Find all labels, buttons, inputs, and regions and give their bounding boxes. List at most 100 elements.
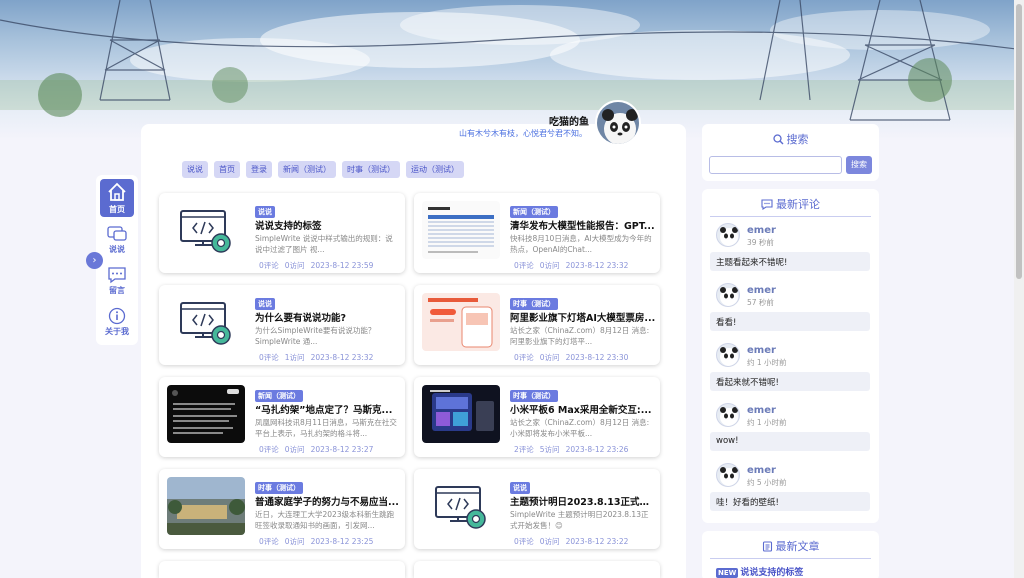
post-excerpt: SimpleWrite 主题预计明日2023.8.13正式开始发售！😊: [510, 510, 649, 530]
post-thumbnail: [167, 293, 245, 351]
recent-article-title[interactable]: 说说支持的标签: [740, 568, 803, 578]
comment-time: 约 5 小时前: [747, 478, 787, 487]
post-title[interactable]: 说说支持的标签: [255, 218, 401, 232]
post-title[interactable]: 清华发布大模型性能报告：GPT...: [510, 218, 656, 232]
code-icon: [167, 293, 245, 351]
post-card[interactable]: 新闻（测试） “马扎约架”地点定了？马斯克... 凤凰网科技讯8月11日消息，马…: [159, 377, 405, 457]
tab-shuoshuo[interactable]: 说说: [182, 161, 208, 178]
post-card[interactable]: 新闻（测试） 清华发布大模型性能报告：GPT... 快科技8月10日消息，AI大…: [414, 193, 660, 273]
table-report-image: [422, 201, 500, 259]
post-title[interactable]: 普通家庭学子的努力与不易应当...: [255, 494, 401, 508]
post-view-count: 0访问: [284, 261, 305, 270]
divider: [710, 558, 871, 559]
phone-promo-image: [422, 293, 500, 351]
commenter-avatar[interactable]: [716, 223, 740, 247]
comment-body: 看起来就不错呢!: [710, 372, 870, 391]
post-card[interactable]: 说说 说说支持的标签 SimpleWrite 说说中样式输出的规则：说说中过滤了…: [159, 193, 405, 273]
comment-time: 约 1 小时前: [747, 358, 787, 367]
post-card[interactable]: 说说 主题预计明日2023.8.13正式开始... SimpleWrite 主题…: [414, 469, 660, 549]
commenter-name[interactable]: emer: [747, 405, 776, 416]
commenter-name[interactable]: emer: [747, 465, 776, 476]
post-date: 2023-8-12 23:59: [310, 261, 374, 270]
post-category-badge[interactable]: 时事（测试）: [510, 298, 558, 310]
post-comment-count: 2评论: [514, 445, 534, 454]
post-title[interactable]: 主题预计明日2023.8.13正式开始...: [510, 494, 656, 508]
search-panel-title: 搜索: [702, 124, 879, 147]
tab-news[interactable]: 新闻（测试）: [278, 161, 336, 178]
post-excerpt: 站长之家（ChinaZ.com）8月12日 消息:阿里影业旗下的灯塔平...: [510, 326, 650, 346]
post-thumbnail: [167, 385, 245, 443]
post-title[interactable]: 小米平板6 Max采用全新交互:...: [510, 402, 656, 416]
comment-time: 57 秒前: [747, 298, 774, 307]
post-comment-count: 0评论: [259, 537, 279, 546]
post-card[interactable]: 时事（测试） 阿里影业旗下灯塔AI大模型票房... 站长之家（ChinaZ.co…: [414, 285, 660, 365]
home-icon: [108, 182, 126, 201]
tab-current-affairs[interactable]: 时事（测试）: [342, 161, 400, 178]
post-category-badge[interactable]: 说说: [510, 482, 530, 494]
post-comment-count: 0评论: [259, 261, 279, 270]
dark-social-post-image: [167, 385, 245, 443]
post-meta: 2评论 5访问 2023-8-12 23:26: [514, 444, 634, 455]
tab-home[interactable]: 首页: [214, 161, 240, 178]
post-title[interactable]: “马扎约架”地点定了？马斯克...: [255, 402, 401, 416]
commenter-avatar[interactable]: [716, 463, 740, 487]
comments-panel: 最新评论 emer 39 秒前 主题看起来不错呢! emer 57 秒前 看看!…: [702, 189, 879, 523]
code-icon: [167, 201, 245, 259]
tab-login[interactable]: 登录: [246, 161, 272, 178]
scrollbar-thumb[interactable]: [1016, 4, 1022, 279]
tablet-image: [422, 385, 500, 443]
post-card[interactable]: 时事（测试） 小米平板6 Max采用全新交互:... 站长之家（ChinaZ.c…: [414, 377, 660, 457]
post-card[interactable]: [414, 561, 660, 578]
commenter-avatar[interactable]: [716, 403, 740, 427]
post-meta: 0评论 0访问 2023-8-12 23:32: [514, 260, 634, 271]
post-date: 2023-8-12 23:30: [565, 353, 629, 362]
post-meta: 0评论 0访问 2023-8-12 23:22: [514, 536, 634, 547]
profile-avatar[interactable]: [595, 100, 641, 146]
commenter-name[interactable]: emer: [747, 285, 776, 296]
post-title[interactable]: 阿里影业旗下灯塔AI大模型票房...: [510, 310, 656, 324]
comment-body: 哇！好看的壁纸!: [710, 492, 870, 511]
post-meta: 0评论 0访问 2023-8-12 23:59: [259, 260, 379, 271]
recent-article-link[interactable]: NEW 说说支持的标签: [716, 565, 803, 578]
post-category-badge[interactable]: 新闻（测试）: [255, 390, 303, 402]
side-nav-home[interactable]: 首页: [96, 181, 138, 215]
post-category-badge[interactable]: 新闻（测试）: [510, 206, 558, 218]
comment-body: 主题看起来不错呢!: [710, 252, 870, 271]
post-category-badge[interactable]: 说说: [255, 298, 275, 310]
panda-avatar-icon: [720, 407, 738, 426]
tab-sports[interactable]: 运动（测试）: [406, 161, 464, 178]
side-nav-about[interactable]: 关于我: [96, 307, 138, 337]
post-card[interactable]: 时事（测试） 普通家庭学子的努力与不易应当... 近日，大连理工大学2023级本…: [159, 469, 405, 549]
commenter-avatar[interactable]: [716, 283, 740, 307]
post-category-badge[interactable]: 说说: [255, 206, 275, 218]
post-category-badge[interactable]: 时事（测试）: [255, 482, 303, 494]
scrollbar[interactable]: [1014, 0, 1024, 578]
post-date: 2023-8-12 23:27: [310, 445, 374, 454]
side-nav-collapse-button[interactable]: ›: [86, 252, 103, 269]
post-excerpt: 近日，大连理工大学2023级本科新生跳跑旺签收录取通知书的画面，引发网...: [255, 510, 395, 530]
post-category-badge[interactable]: 时事（测试）: [510, 390, 558, 402]
document-icon: [762, 541, 772, 552]
panda-avatar-icon: [720, 467, 738, 486]
post-comment-count: 0评论: [514, 353, 534, 362]
post-title[interactable]: 为什么要有说说功能?: [255, 310, 401, 324]
post-comment-count: 0评论: [514, 261, 534, 270]
comments-panel-title: 最新评论: [702, 189, 879, 212]
commenter-name[interactable]: emer: [747, 345, 776, 356]
search-button[interactable]: 搜索: [846, 156, 872, 174]
post-meta: 0评论 0访问 2023-8-12 23:27: [259, 444, 379, 455]
side-nav-shuoshuo-label: 说说: [109, 245, 125, 254]
post-card[interactable]: 说说 为什么要有说说功能? 为什么SimpleWrite要有说说功能？Simpl…: [159, 285, 405, 365]
post-thumbnail: [422, 201, 500, 259]
side-nav-shuoshuo[interactable]: 说说: [96, 225, 138, 255]
post-meta: 0评论 0访问 2023-8-12 23:25: [259, 536, 379, 547]
post-thumbnail: [167, 477, 245, 535]
post-card[interactable]: [159, 561, 405, 578]
commenter-avatar[interactable]: [716, 343, 740, 367]
post-excerpt: 为什么SimpleWrite要有说说功能？SimpleWrite 通...: [255, 326, 376, 346]
search-input[interactable]: [709, 156, 842, 174]
post-date: 2023-8-12 23:26: [565, 445, 629, 454]
commenter-name[interactable]: emer: [747, 225, 776, 236]
comments-title-text: 最新评论: [776, 198, 820, 211]
side-nav-message[interactable]: 留言: [96, 266, 138, 296]
